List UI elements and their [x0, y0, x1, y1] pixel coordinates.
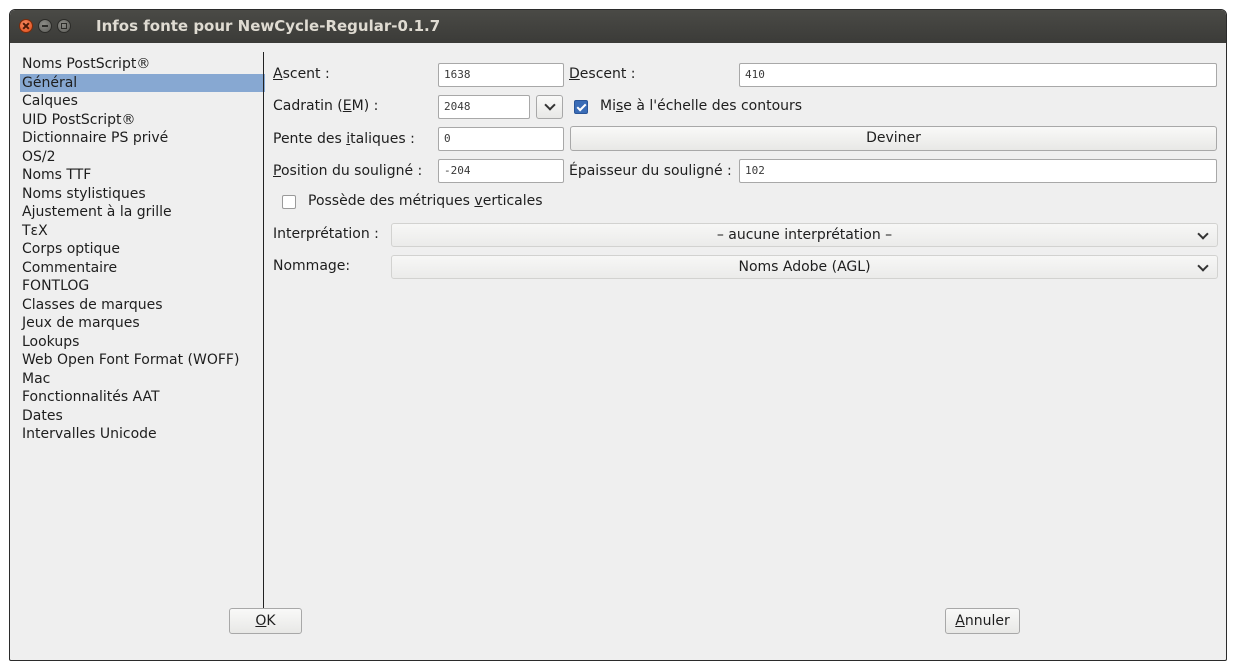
ascent-field[interactable]: 1638: [438, 63, 564, 87]
underline-position-label: Position du souligné :: [273, 163, 423, 179]
sidebar-item-jeux-marques[interactable]: Jeux de marques: [20, 314, 265, 333]
underline-width-label: Épaisseur du souligné :: [569, 163, 732, 179]
em-label: Cadratin (EM) :: [273, 98, 379, 114]
italic-angle-label: Pente des italiques :: [273, 131, 415, 147]
sidebar-item-general[interactable]: Général: [20, 73, 265, 92]
close-icon[interactable]: [19, 19, 33, 33]
chevron-down-icon: [1197, 260, 1209, 272]
sidebar-item-lookups[interactable]: Lookups: [20, 333, 265, 352]
sidebar-item-fontlog[interactable]: FONTLOG: [20, 277, 265, 296]
chevron-down-icon: [1197, 228, 1209, 240]
em-size-field[interactable]: 2048: [438, 95, 530, 119]
italic-angle-field[interactable]: 0: [438, 127, 564, 151]
ascent-label: Ascent :: [273, 66, 330, 82]
scale-outlines-checkbox[interactable]: [574, 100, 588, 114]
underline-width-field[interactable]: 102: [739, 159, 1217, 183]
cancel-button[interactable]: Annuler: [945, 608, 1020, 634]
guess-button[interactable]: Deviner: [570, 126, 1217, 151]
panel-divider: [263, 52, 264, 628]
sidebar-item-aat[interactable]: Fonctionnalités AAT: [20, 388, 265, 407]
underline-position-field[interactable]: -204: [438, 159, 564, 183]
sidebar-item-calques[interactable]: Calques: [20, 92, 265, 111]
sidebar-item-woff[interactable]: Web Open Font Format (WOFF): [20, 351, 265, 370]
font-info-window: Infos fonte pour NewCycle-Regular-0.1.7 …: [9, 9, 1227, 661]
sidebar-item-uid-postscript[interactable]: UID PostScript®: [20, 111, 265, 130]
interpretation-label: Interprétation :: [273, 226, 379, 242]
naming-label: Nommage:: [273, 258, 351, 274]
sidebar-item-dictionnaire-ps[interactable]: Dictionnaire PS privé: [20, 129, 265, 148]
maximize-icon[interactable]: [57, 19, 71, 33]
sidebar-item-dates[interactable]: Dates: [20, 407, 265, 426]
chevron-down-icon: [543, 99, 556, 111]
naming-select[interactable]: Noms Adobe (AGL): [391, 255, 1218, 279]
sidebar-item-commentaire[interactable]: Commentaire: [20, 259, 265, 278]
em-size-dropdown-button[interactable]: [536, 95, 563, 119]
vertical-metrics-label: Possède des métriques verticales: [308, 193, 543, 209]
sidebar-item-corps-optique[interactable]: Corps optique: [20, 240, 265, 259]
title-bar: Infos fonte pour NewCycle-Regular-0.1.7: [10, 10, 1226, 43]
ok-button[interactable]: OK: [229, 608, 302, 634]
sidebar-item-ajustement-grille[interactable]: Ajustement à la grille: [20, 203, 265, 222]
sidebar-item-noms-ttf[interactable]: Noms TTF: [20, 166, 265, 185]
sidebar-item-unicode-ranges[interactable]: Intervalles Unicode: [20, 425, 265, 444]
sidebar-item-mac[interactable]: Mac: [20, 370, 265, 389]
sidebar: Noms PostScript® Général Calques UID Pos…: [20, 55, 265, 444]
vertical-metrics-checkbox[interactable]: [282, 195, 296, 209]
descent-label: Descent :: [569, 66, 636, 82]
window-title: Infos fonte pour NewCycle-Regular-0.1.7: [96, 17, 441, 35]
descent-field[interactable]: 410: [739, 63, 1217, 87]
interpretation-select[interactable]: – aucune interprétation –: [391, 223, 1218, 247]
sidebar-item-noms-stylistiques[interactable]: Noms stylistiques: [20, 185, 265, 204]
sidebar-item-noms-postscript[interactable]: Noms PostScript®: [20, 55, 265, 74]
sidebar-item-classes-marques[interactable]: Classes de marques: [20, 296, 265, 315]
sidebar-item-tex[interactable]: TεX: [20, 222, 265, 241]
minimize-icon[interactable]: [38, 19, 52, 33]
sidebar-item-os2[interactable]: OS/2: [20, 148, 265, 167]
scale-outlines-label: Mise à l'échelle des contours: [600, 98, 803, 114]
